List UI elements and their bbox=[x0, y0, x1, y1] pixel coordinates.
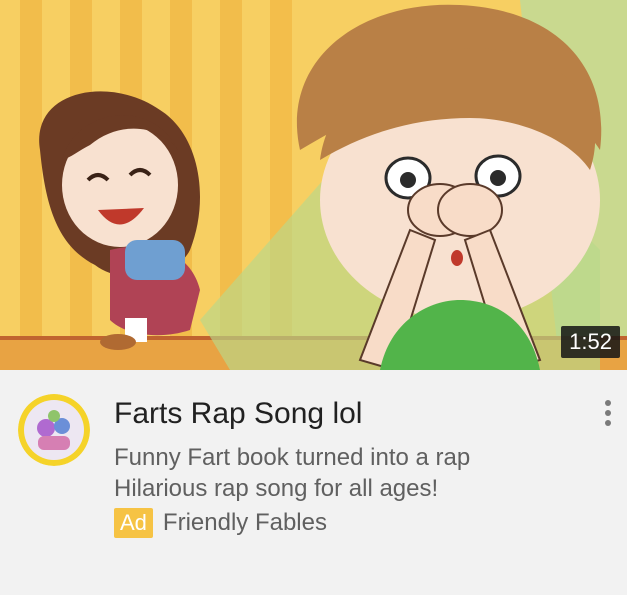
channel-name[interactable]: Friendly Fables bbox=[163, 508, 327, 538]
channel-avatar[interactable] bbox=[18, 394, 90, 466]
description-line: Funny Fart book turned into a rap bbox=[114, 444, 471, 471]
video-thumbnail[interactable]: 1:52 bbox=[0, 0, 627, 370]
duration-badge: 1:52 bbox=[561, 326, 620, 358]
thumbnail-illustration bbox=[0, 0, 627, 370]
ad-row: Ad Friendly Fables bbox=[114, 508, 327, 538]
description-line: Hilarious rap song for all ages! bbox=[114, 475, 439, 502]
video-description: Funny Fart book turned into a rap Hilari… bbox=[114, 442, 470, 504]
more-vert-icon[interactable] bbox=[603, 400, 613, 430]
video-title[interactable]: Farts Rap Song lol bbox=[114, 396, 362, 432]
video-details: Farts Rap Song lol Funny Fart book turne… bbox=[0, 370, 627, 595]
ad-badge: Ad bbox=[114, 508, 153, 538]
